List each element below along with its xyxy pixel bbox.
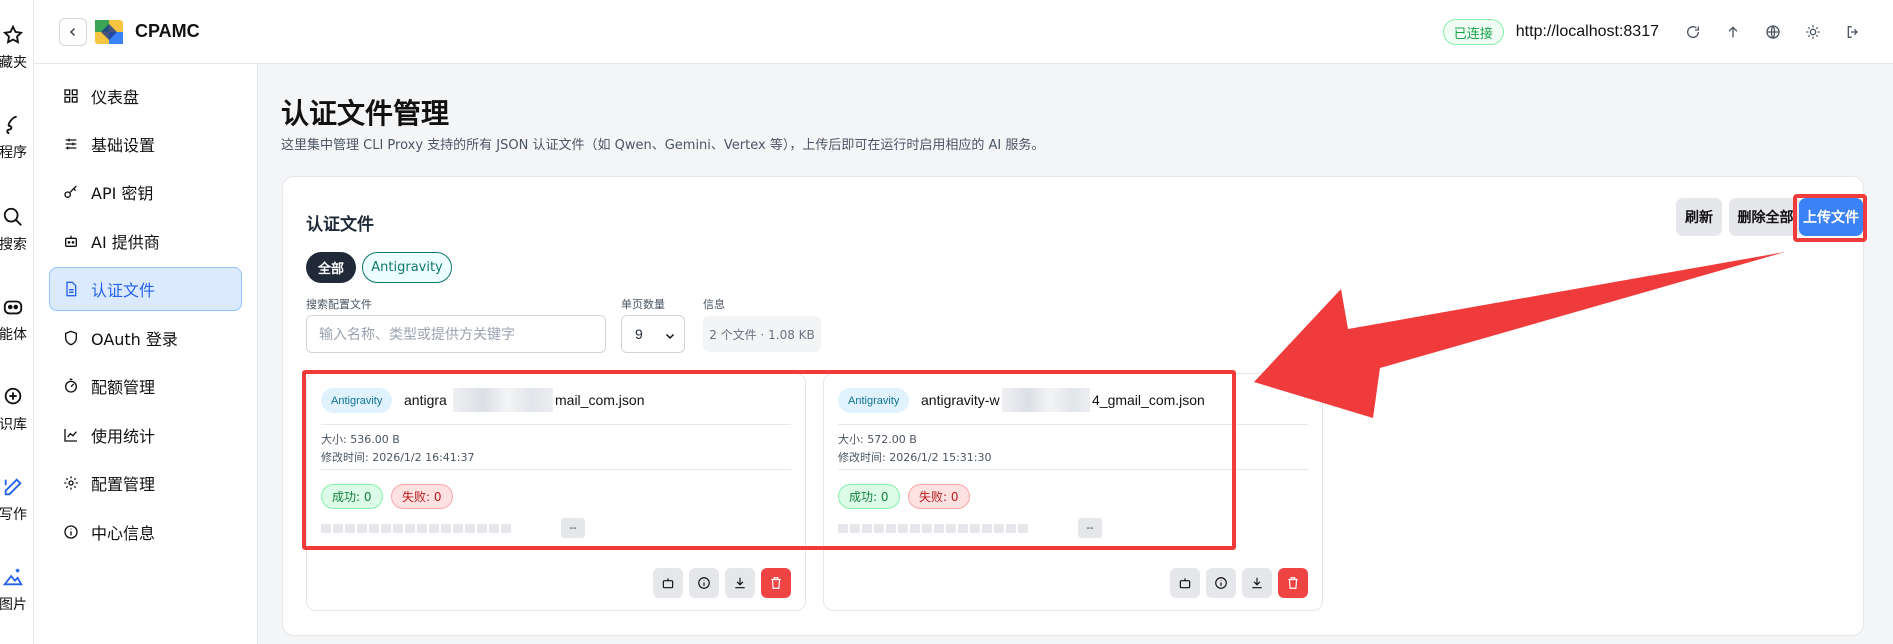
annotation-arrow: [1254, 252, 1785, 418]
